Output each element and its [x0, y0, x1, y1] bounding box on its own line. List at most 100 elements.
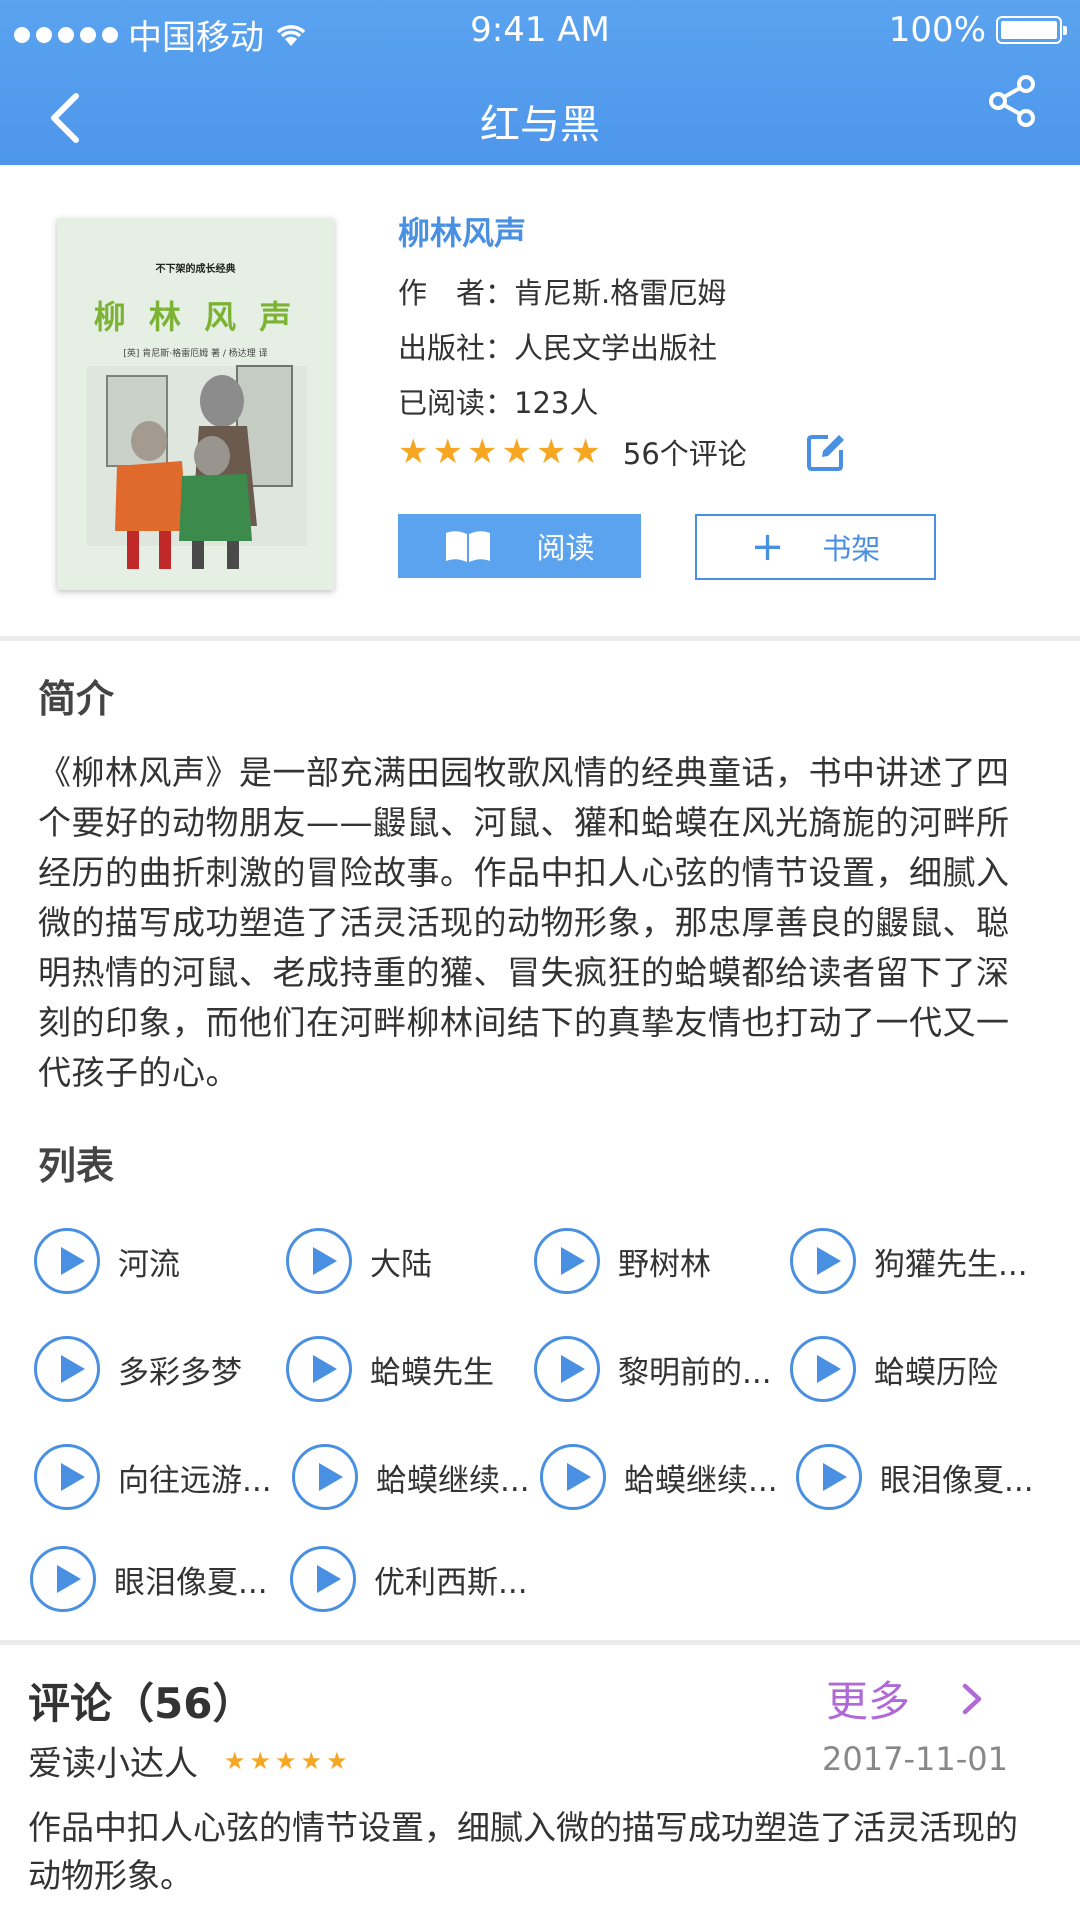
star-icon: ★: [249, 1746, 272, 1775]
more-comments-button[interactable]: 更多: [826, 1668, 984, 1729]
star-icon: ★: [398, 432, 429, 472]
comment-text: 作品中扣人心弦的情节设置，细腻入微的描写成功塑造了活灵活现的动物形象。: [28, 1808, 1018, 1895]
star-icon: ★: [326, 1746, 348, 1775]
chapter-title: 蛤蟆继续...: [624, 1462, 778, 1499]
star-icon: ★: [300, 1746, 323, 1775]
play-icon: [534, 1336, 600, 1402]
book-cover[interactable]: 不下架的成长经典 柳 林 风 声 [英] 肯尼斯·格雷厄姆 著 / 杨达理 译: [57, 218, 334, 590]
chapter-title: 河流: [118, 1246, 180, 1283]
comment-author: 爱读小达人: [28, 1744, 198, 1784]
chapter-item[interactable]: 河流: [34, 1225, 180, 1297]
intro-heading: 简介: [38, 677, 115, 721]
read-count-label: 已阅读：: [398, 386, 515, 420]
chapter-title: 眼泪像夏...: [114, 1564, 268, 1601]
star-icon: ★: [501, 432, 532, 472]
play-icon: [534, 1228, 600, 1294]
chapter-item[interactable]: 优利西斯...: [290, 1543, 528, 1615]
chapter-item[interactable]: 多彩多梦: [34, 1333, 242, 1405]
chapter-item[interactable]: 蛤蟆继续...: [540, 1441, 778, 1513]
cover-series-label: 不下架的成长经典: [155, 264, 236, 275]
header-bar: 中国移动 9:41 AM 100% 红与黑: [0, 0, 1080, 165]
play-icon: [790, 1228, 856, 1294]
cover-title: 柳 林 风 声: [93, 298, 298, 336]
more-label: 更多: [826, 1677, 911, 1726]
chapter-item[interactable]: 眼泪像夏...: [30, 1543, 268, 1615]
read-button-label: 阅读: [536, 531, 595, 565]
chapter-item[interactable]: 蛤蟆继续...: [292, 1441, 530, 1513]
review-count[interactable]: 56个评论: [623, 431, 747, 473]
play-icon: [286, 1228, 352, 1294]
chapter-title: 优利西斯...: [374, 1564, 528, 1601]
edit-icon: [807, 435, 844, 471]
publisher-row: 出版社：人民文学出版社: [398, 325, 717, 367]
add-to-shelf-button[interactable]: + 书架: [695, 514, 936, 580]
star-icon: ★: [535, 432, 567, 472]
status-bar: 中国移动 9:41 AM 100%: [0, 0, 1080, 60]
play-icon: [34, 1444, 100, 1510]
author-value: 肯尼斯.格雷厄姆: [514, 276, 727, 310]
play-icon: [290, 1546, 356, 1612]
battery-label: 100%: [888, 10, 986, 50]
chapter-item[interactable]: 野树林: [534, 1225, 711, 1297]
play-icon: [796, 1444, 862, 1510]
battery-group: 100%: [888, 10, 1067, 50]
write-review-button[interactable]: [806, 432, 846, 472]
chapter-item[interactable]: 蛤蟆先生: [286, 1333, 494, 1405]
read-button[interactable]: 阅读: [398, 514, 641, 578]
chapter-title: 蛤蟆继续...: [376, 1462, 530, 1499]
chapter-item[interactable]: 向往远游...: [34, 1441, 272, 1513]
share-button[interactable]: [986, 74, 1040, 128]
book-title: 柳林风声: [398, 214, 527, 252]
comment-date: 2017-11-01: [822, 1740, 1008, 1778]
intro-text: 《柳林风声》是一部充满田园牧歌风情的经典童话，书中讲述了四个要好的动物朋友——鼹…: [38, 753, 1010, 1092]
play-icon: [34, 1228, 100, 1294]
read-count-value: 123人: [514, 386, 599, 420]
plus-icon: +: [750, 524, 785, 570]
chapter-title: 眼泪像夏...: [880, 1462, 1034, 1499]
star-icon: ★: [432, 432, 463, 472]
cover-illustration: [87, 365, 307, 569]
play-icon: [30, 1546, 96, 1612]
read-count-row: 已阅读：123人: [398, 380, 598, 422]
chapter-item[interactable]: 大陆: [286, 1225, 432, 1297]
star-icon: ★: [570, 432, 601, 472]
section-divider: [0, 636, 1080, 641]
battery-icon: [996, 16, 1067, 44]
play-icon: [540, 1444, 606, 1510]
comments-heading: 评论（56）: [28, 1679, 255, 1728]
comment-rating-stars: ★ ★ ★ ★ ★: [224, 1749, 348, 1773]
star-icon: ★: [466, 432, 498, 472]
play-icon: [790, 1336, 856, 1402]
publisher-value: 人民文学出版社: [514, 331, 718, 365]
star-icon: ★: [275, 1746, 297, 1775]
chapter-title: 狗獾先生...: [874, 1246, 1028, 1283]
chapter-title: 黎明前的...: [618, 1354, 772, 1391]
chapter-title: 大陆: [370, 1246, 432, 1283]
chapter-title: 向往远游...: [118, 1462, 272, 1499]
play-icon: [34, 1336, 100, 1402]
star-icon: ★: [224, 1746, 246, 1775]
chapter-title: 多彩多梦: [118, 1354, 242, 1391]
book-open-icon: [446, 531, 491, 562]
chapter-title: 蛤蟆历险: [874, 1354, 998, 1391]
chapter-title: 野树林: [618, 1246, 711, 1283]
rating-row: ★ ★ ★ ★ ★ ★ 56个评论: [398, 430, 747, 474]
author-label: 作 者：: [398, 276, 515, 310]
chapter-item[interactable]: 蛤蟆历险: [790, 1333, 998, 1405]
play-icon: [286, 1336, 352, 1402]
chevron-right-icon: [962, 1683, 982, 1714]
chapter-item[interactable]: 狗獾先生...: [790, 1225, 1028, 1297]
section-divider: [0, 1640, 1080, 1645]
chapter-list-heading: 列表: [38, 1144, 115, 1188]
chapter-title: 蛤蟆先生: [370, 1354, 494, 1391]
publisher-label: 出版社：: [398, 331, 515, 365]
play-icon: [292, 1444, 358, 1510]
shelf-button-label: 书架: [822, 532, 881, 566]
page-title: 红与黑: [480, 102, 600, 148]
share-icon: [989, 75, 1035, 127]
chapter-item[interactable]: 眼泪像夏...: [796, 1441, 1034, 1513]
chapter-item[interactable]: 黎明前的...: [534, 1333, 772, 1405]
rating-stars: ★ ★ ★ ★ ★ ★: [398, 435, 601, 469]
comment-author-row: 爱读小达人 ★ ★ ★ ★ ★: [28, 1736, 348, 1785]
author-row: 作 者：肯尼斯.格雷厄姆: [398, 270, 726, 312]
